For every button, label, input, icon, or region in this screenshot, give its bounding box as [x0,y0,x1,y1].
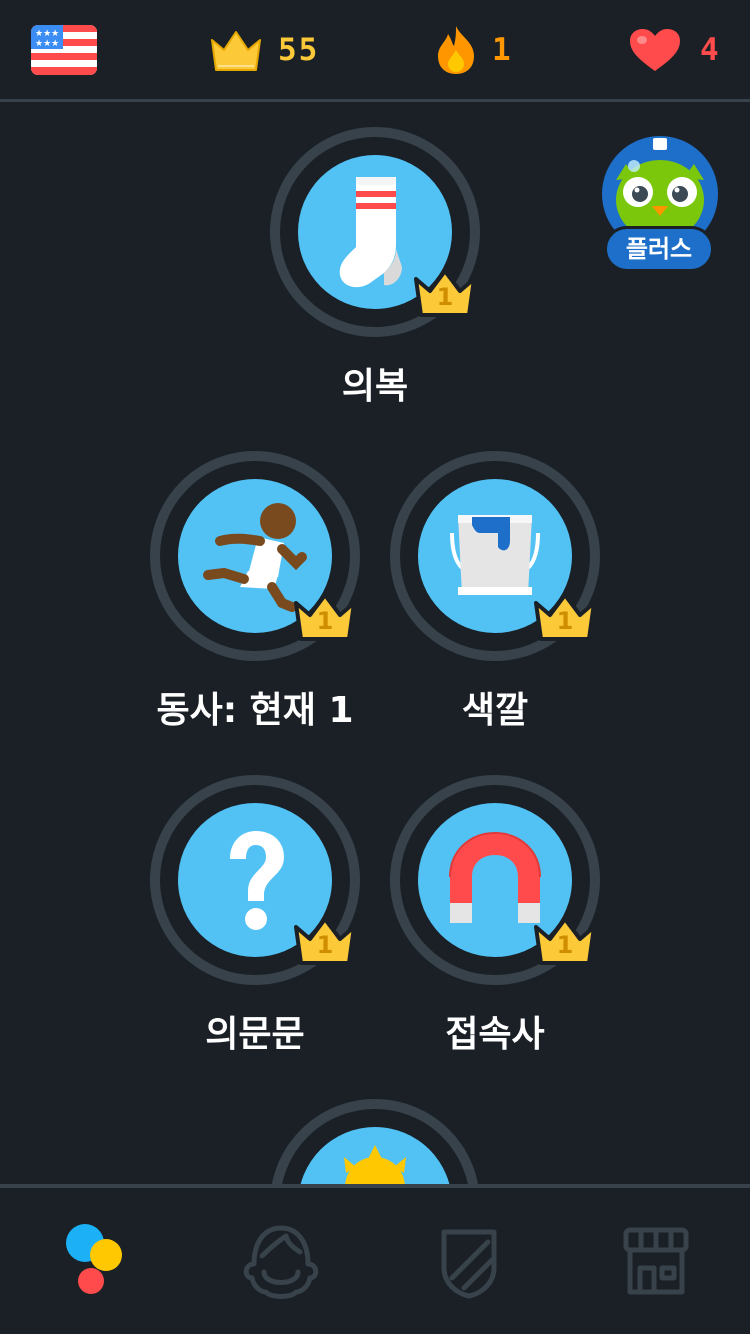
us-flag-icon[interactable]: ★★★ ★★★ [31,25,97,75]
skill-tree[interactable]: 플러스 1 의복 1 동사: 현재 1 1 색깔 1 의문문 1 접속사 [0,102,750,1184]
streak-count-value: 1 [492,32,513,68]
hearts-count-value: 4 [700,32,721,68]
shop-icon [623,1227,689,1295]
bottom-nav [0,1184,750,1334]
plus-badge[interactable]: 플러스 [600,134,720,274]
crown-count-value: 55 [278,32,320,68]
skill-crown-icon: 1 [412,265,478,321]
heart-icon [630,29,680,71]
league-shield-icon [441,1229,497,1299]
skill-icon-circle [298,1127,452,1184]
skill-crown-level: 1 [556,931,574,959]
skill-label: 색깔 [461,690,529,731]
nav-profile[interactable] [236,1218,326,1308]
skill-crown-level: 1 [316,607,334,635]
streak-count[interactable]: 1 [434,22,513,78]
nav-learn[interactable] [48,1218,138,1308]
nav-leagues[interactable] [424,1218,514,1308]
skill-label: 의복 [341,366,409,407]
hearts-count[interactable]: 4 [628,22,721,78]
skill-label: 접속사 [445,1014,545,1055]
svg-text:★★★: ★★★ [35,29,59,39]
nav-shop[interactable] [610,1218,700,1308]
skill-crown-icon: 1 [292,589,358,645]
skill-crown-level: 1 [436,283,454,311]
skill-crown-level: 1 [556,607,574,635]
learn-icon [66,1224,122,1294]
skill-crown-icon: 1 [292,913,358,969]
top-bar: ★★★ ★★★ 55 1 4 [0,0,750,102]
skill-crown-icon: 1 [532,589,598,645]
crown-icon [211,31,261,71]
bottom-nav-divider [0,1184,750,1188]
profile-icon [243,1225,319,1299]
skill-crown-level: 1 [316,931,334,959]
flame-icon [438,26,474,74]
svg-text:★★★: ★★★ [35,39,59,49]
crown-count[interactable]: 55 [208,22,319,78]
skill-crown-icon: 1 [532,913,598,969]
sun-icon [344,1145,406,1184]
plus-label: 플러스 [604,226,714,272]
